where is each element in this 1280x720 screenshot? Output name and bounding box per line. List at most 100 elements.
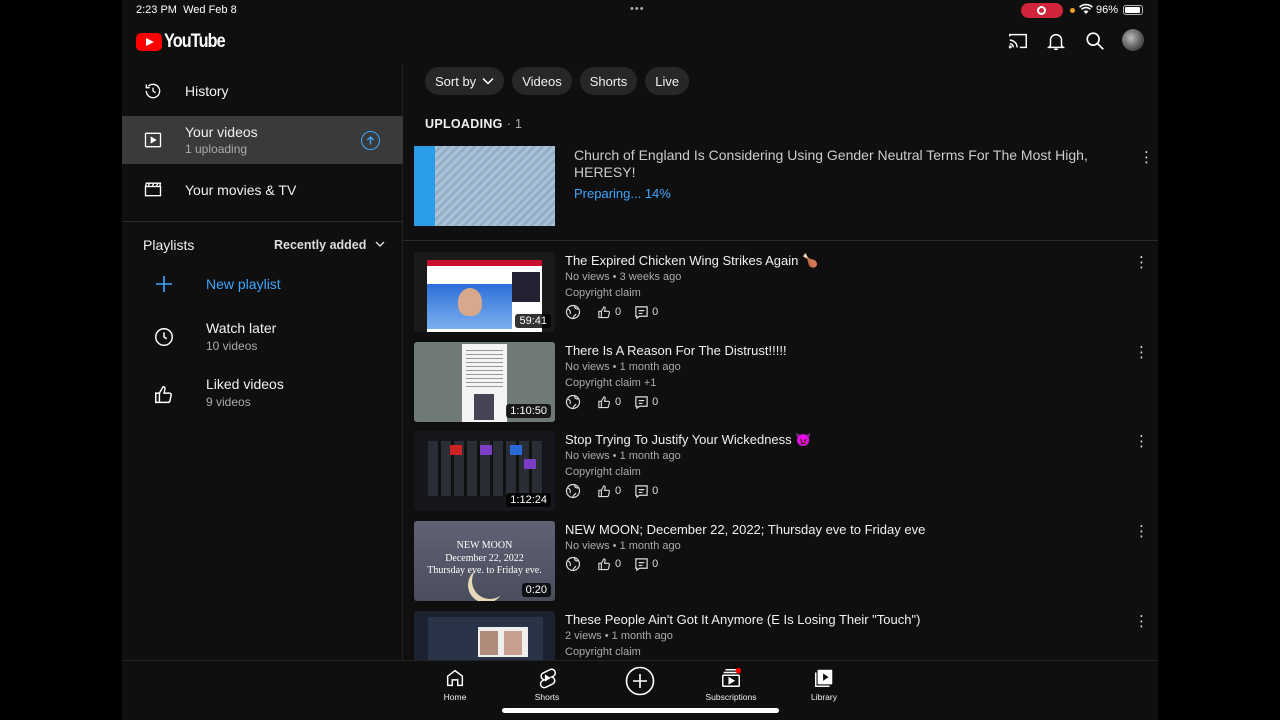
video-claim[interactable]: Copyright claim +1	[565, 377, 656, 389]
video-claim[interactable]: Copyright claim	[565, 287, 641, 299]
chip-shorts[interactable]: Shorts	[579, 67, 638, 95]
globe-icon	[565, 304, 581, 320]
list-item[interactable]: 1:10:50 There Is A Reason For The Distru…	[414, 342, 1158, 424]
uploading-section-label: UPLOADING · 1	[425, 117, 523, 131]
video-stats: 0 0	[565, 304, 668, 320]
video-thumbnail[interactable]: 1:12:24	[414, 431, 555, 511]
mic-indicator-icon	[1070, 8, 1075, 13]
chip-label: Videos	[522, 73, 562, 89]
section-divider	[403, 240, 1158, 241]
sidebar-divider	[122, 221, 403, 222]
globe-icon	[565, 394, 581, 410]
video-meta: No views • 3 weeks ago	[565, 271, 682, 283]
video-thumbnail[interactable]	[414, 611, 555, 660]
filter-chips: Sort by Videos Shorts Live	[425, 67, 690, 95]
new-playlist-label: New playlist	[206, 276, 281, 292]
video-title[interactable]: NEW MOON; December 22, 2022; Thursday ev…	[565, 522, 925, 537]
video-thumbnail[interactable]: 1:10:50	[414, 342, 555, 422]
youtube-play-icon	[136, 33, 162, 51]
avatar[interactable]	[1122, 29, 1144, 51]
screen-recording-icon[interactable]	[1021, 3, 1063, 18]
sidebar: History Your videos 1 uploading Your mov…	[122, 64, 403, 660]
video-title[interactable]: The Expired Chicken Wing Strikes Again 🍗	[565, 253, 818, 269]
video-duration: 0:20	[521, 583, 551, 597]
video-meta: 2 views • 1 month ago	[565, 630, 673, 642]
playlist-liked-videos[interactable]: Liked videos 9 videos	[122, 370, 403, 418]
video-title[interactable]: Stop Trying To Justify Your Wickedness 👿	[565, 432, 811, 448]
home-indicator[interactable]	[502, 708, 779, 713]
playlists-sort-dropdown[interactable]: Recently added	[274, 238, 366, 252]
chip-label: Live	[655, 73, 680, 89]
like-count: 0	[615, 396, 622, 408]
comment-count: 0	[652, 485, 659, 497]
video-duration: 1:12:24	[506, 493, 551, 507]
video-stats: 0 0	[565, 556, 668, 572]
list-item[interactable]: 59:41 The Expired Chicken Wing Strikes A…	[414, 252, 1158, 334]
cast-icon[interactable]	[1007, 30, 1029, 52]
nav-library[interactable]: Library	[784, 667, 864, 702]
list-item[interactable]: 1:12:24 Stop Trying To Justify Your Wick…	[414, 431, 1158, 513]
multitask-dots-icon[interactable]: •••	[630, 3, 645, 15]
comment-count: 0	[652, 306, 659, 318]
wifi-icon	[1079, 3, 1093, 14]
more-options-icon[interactable]	[1134, 343, 1149, 361]
history-icon	[145, 83, 161, 99]
uploading-title[interactable]: Church of England Is Considering Using G…	[574, 147, 1114, 181]
search-icon[interactable]	[1084, 30, 1106, 52]
thumbs-up-icon	[598, 557, 610, 570]
subscriptions-icon	[722, 667, 742, 687]
plus-icon	[156, 276, 172, 292]
clock-icon	[155, 328, 173, 346]
shorts-icon	[539, 668, 556, 689]
nav-label: Home	[443, 692, 467, 702]
bell-icon[interactable]	[1045, 30, 1067, 52]
chip-label: Sort by	[435, 73, 477, 89]
thumbs-up-icon	[598, 305, 610, 318]
video-thumbnail[interactable]: 59:41	[414, 252, 555, 332]
plus-circle-icon	[625, 666, 655, 696]
upload-progress-icon	[361, 131, 380, 150]
video-stats: 0 0	[565, 483, 668, 499]
sidebar-item-history[interactable]: History	[122, 67, 403, 115]
sidebar-item-your-videos[interactable]: Your videos 1 uploading	[122, 116, 403, 164]
thumbs-up-icon	[155, 386, 172, 404]
nav-label: Library	[811, 692, 837, 702]
chip-live[interactable]: Live	[645, 67, 690, 95]
chip-sort-by[interactable]: Sort by	[425, 67, 505, 95]
nav-subscriptions[interactable]: Subscriptions	[691, 667, 771, 702]
sidebar-item-movies-tv[interactable]: Your movies & TV	[122, 165, 403, 213]
chevron-down-icon[interactable]	[375, 240, 385, 248]
chevron-down-icon	[482, 77, 494, 85]
thumbs-up-icon	[598, 484, 610, 497]
video-meta: No views • 1 month ago	[565, 540, 681, 552]
uploading-thumbnail[interactable]	[414, 146, 555, 226]
home-icon	[446, 669, 464, 687]
more-options-icon[interactable]	[1134, 432, 1149, 450]
playlist-count: 9 videos	[206, 395, 251, 409]
youtube-logo[interactable]: YouTube	[136, 31, 235, 53]
nav-home[interactable]: Home	[415, 667, 495, 702]
playlist-watch-later[interactable]: Watch later 10 videos	[122, 314, 403, 362]
nav-shorts[interactable]: Shorts	[507, 667, 587, 702]
video-claim[interactable]: Copyright claim	[565, 466, 641, 478]
new-playlist-button[interactable]: New playlist	[122, 260, 403, 308]
comment-icon	[635, 484, 648, 498]
more-options-icon[interactable]	[1134, 253, 1149, 271]
chip-label: Shorts	[589, 73, 628, 89]
video-title[interactable]: These People Ain't Got It Anymore (E Is …	[565, 612, 920, 627]
video-meta: No views • 1 month ago	[565, 361, 681, 373]
play-box-icon	[144, 132, 162, 148]
more-options-icon[interactable]	[1139, 148, 1154, 166]
list-item[interactable]: NEW MOON December 22, 2022 Thursday eve.…	[414, 521, 1158, 603]
status-bar: 2:23 PM Wed Feb 8 ••• 96%	[0, 0, 1280, 22]
comment-count: 0	[652, 558, 659, 570]
video-claim[interactable]: Copyright claim	[565, 646, 641, 658]
more-options-icon[interactable]	[1134, 612, 1149, 630]
globe-icon	[565, 556, 581, 572]
chip-videos[interactable]: Videos	[512, 67, 572, 95]
nav-create-button[interactable]	[600, 666, 680, 696]
more-options-icon[interactable]	[1134, 522, 1149, 540]
video-title[interactable]: There Is A Reason For The Distrust!!!!!	[565, 343, 787, 358]
video-thumbnail[interactable]: NEW MOON December 22, 2022 Thursday eve.…	[414, 521, 555, 601]
list-item[interactable]: These People Ain't Got It Anymore (E Is …	[414, 611, 1158, 660]
